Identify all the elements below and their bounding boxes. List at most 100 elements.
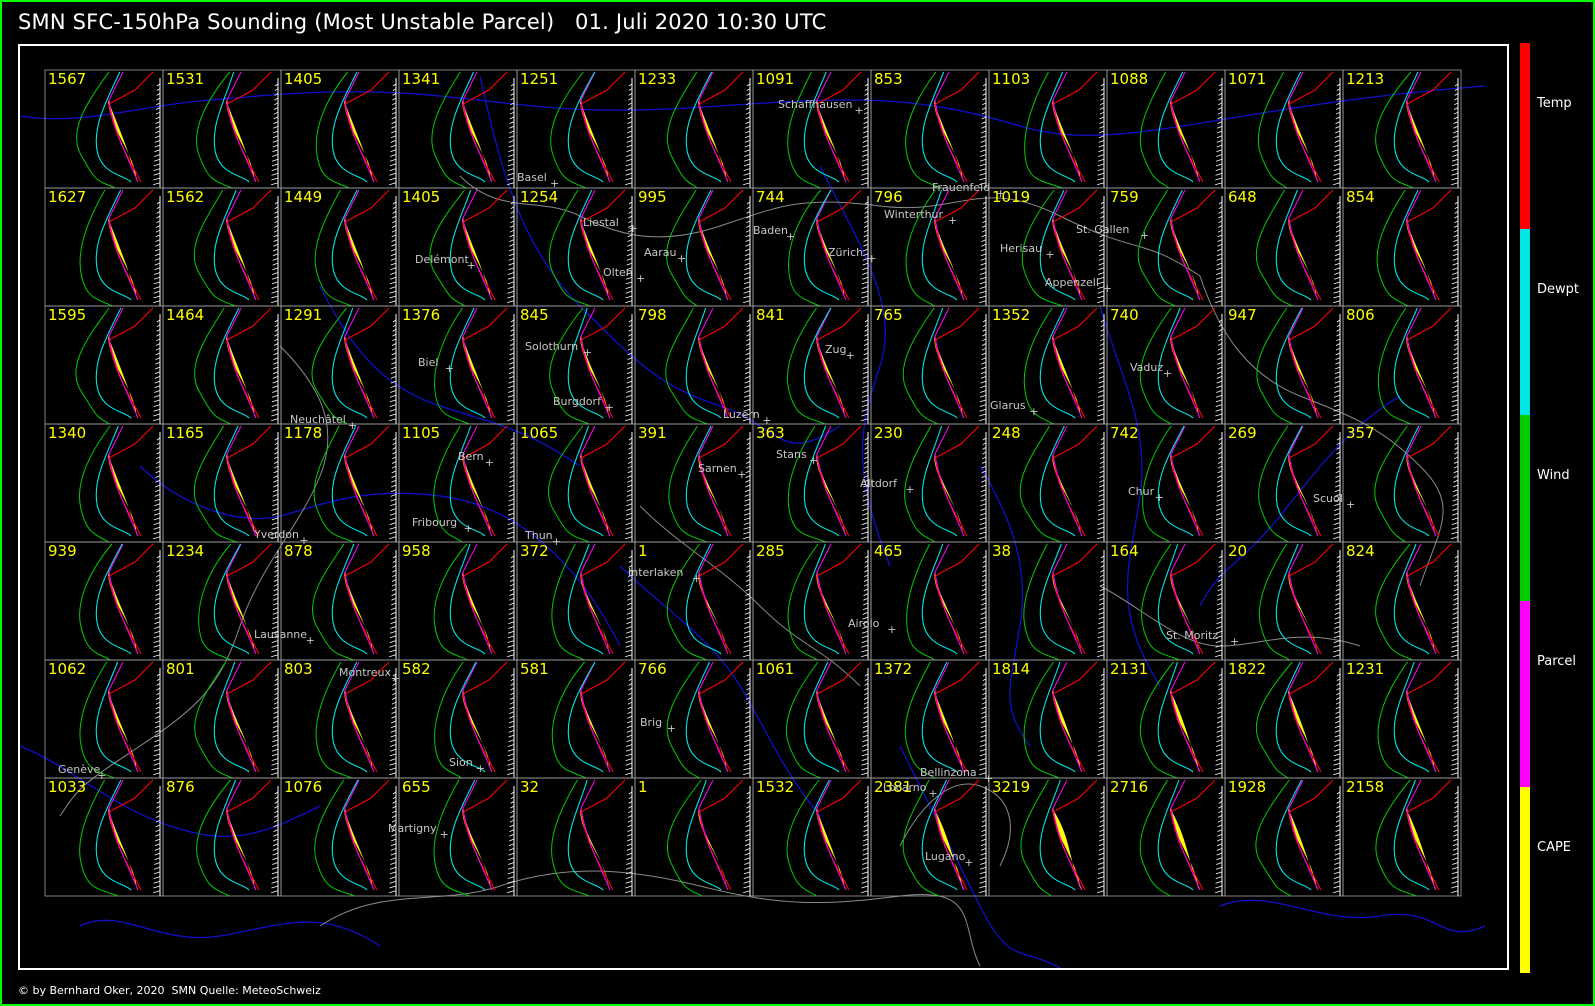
parcel-line — [462, 189, 493, 301]
city-label: Appenzell — [1045, 276, 1099, 289]
city-marker: + — [445, 362, 454, 375]
wind-line — [194, 661, 233, 779]
wind-line — [1256, 307, 1294, 425]
dewpoint-line — [567, 71, 604, 183]
city-label: Bern — [458, 450, 484, 463]
city-label: Luzern — [723, 408, 760, 421]
parcel-line — [1170, 189, 1201, 301]
wind-barbs — [1215, 83, 1223, 186]
dewpoint-line — [803, 307, 840, 419]
dewpoint-line — [685, 307, 722, 419]
wind-barbs — [1333, 201, 1341, 304]
city-label: Baden — [753, 224, 788, 237]
city-marker: + — [467, 259, 476, 272]
city-label: Glarus — [990, 399, 1026, 412]
city-marker: + — [552, 535, 561, 548]
sounding-cell: 1213 — [1342, 69, 1462, 189]
wind-barbs — [1451, 673, 1459, 776]
sounding-cell: 391 — [634, 423, 754, 543]
wind-line — [1377, 661, 1409, 779]
wind-line — [75, 307, 110, 425]
cape-value: 1822 — [1228, 660, 1266, 678]
wind-line — [786, 307, 826, 425]
cape-value: 1814 — [992, 660, 1030, 678]
wind-line — [313, 425, 355, 543]
dewpoint-line — [1157, 189, 1194, 301]
wind-barbs — [1333, 555, 1341, 658]
river-line — [79, 919, 381, 947]
dewpoint-line — [95, 543, 132, 655]
wind-line — [1255, 189, 1293, 307]
city-marker: + — [1155, 491, 1164, 504]
sounding-map: 1567 1531 1405 1341 1251 1233 1091 853 1103 1088 1… — [20, 69, 1485, 968]
dewpoint-line — [921, 71, 958, 183]
wind-barbs — [389, 791, 397, 894]
city-marker: + — [348, 419, 357, 432]
sounding-cell: 878 — [280, 541, 400, 661]
city-label: Airolo — [848, 617, 880, 630]
cape-value: 248 — [992, 424, 1021, 442]
city-marker: + — [846, 349, 855, 362]
border-line — [319, 870, 981, 967]
dewpoint-line — [921, 779, 958, 891]
sounding-cell: 372 — [516, 541, 636, 661]
sounding-cell: 1562 — [162, 187, 282, 307]
parcel-line — [1288, 661, 1319, 773]
wind-barbs — [1097, 673, 1105, 776]
parcel-line — [344, 307, 375, 419]
dewpoint-line — [1039, 661, 1076, 773]
cape-value: 995 — [638, 188, 667, 206]
wind-barbs — [1097, 791, 1105, 894]
cape-value: 845 — [520, 306, 549, 324]
parcel-line — [934, 307, 965, 419]
wind-line — [904, 661, 936, 779]
title-product: SMN SFC-150hPa Sounding (Most Unstable P… — [18, 10, 555, 34]
legend-label-temp: Temp — [1537, 96, 1572, 111]
sounding-cell: 38 — [988, 541, 1108, 661]
cape-value: 744 — [756, 188, 785, 206]
wind-line — [1255, 779, 1292, 897]
wind-barbs — [153, 791, 161, 894]
legend-swatch-temp — [1520, 43, 1530, 229]
parcel-line — [934, 661, 965, 773]
wind-line — [666, 661, 700, 779]
wind-barbs — [861, 791, 869, 894]
wind-barbs — [1451, 555, 1459, 658]
cape-value: 3219 — [992, 778, 1030, 796]
sounding-cell: 1062 — [44, 659, 164, 779]
cape-value: 1464 — [166, 306, 204, 324]
dewpoint-line — [95, 307, 132, 419]
dewpoint-line — [213, 307, 250, 419]
city-label: Brig — [640, 716, 662, 729]
cape-value: 1562 — [166, 188, 204, 206]
wind-barbs — [271, 673, 279, 776]
dewpoint-line — [1039, 425, 1076, 537]
sounding-cell: 759 — [1106, 187, 1226, 307]
wind-line — [1258, 543, 1291, 661]
parcel-line — [816, 661, 847, 773]
cape-value: 38 — [992, 542, 1011, 560]
cape-value: 1062 — [48, 660, 86, 678]
wind-barbs — [979, 673, 987, 776]
city-marker: + — [440, 828, 449, 841]
city-marker: + — [97, 769, 106, 782]
cape-value: 1341 — [402, 70, 440, 88]
cape-value: 824 — [1346, 542, 1375, 560]
cape-value: 1372 — [874, 660, 912, 678]
sounding-cell: 1076 — [280, 777, 400, 897]
parcel-line — [1406, 779, 1437, 891]
city-label: Martigny — [388, 822, 437, 835]
wind-line — [79, 425, 111, 543]
parcel-line — [344, 425, 375, 537]
dewpoint-line — [1275, 71, 1312, 183]
city-label: Zürich — [828, 246, 863, 259]
cell-border — [634, 541, 754, 661]
parcel-line — [1052, 779, 1083, 891]
sounding-cell: 2131 — [1106, 659, 1226, 779]
dewpoint-line — [1275, 779, 1312, 891]
cape-value: 1531 — [166, 70, 204, 88]
cape-value: 947 — [1228, 306, 1257, 324]
dewpoint-line — [1039, 71, 1076, 183]
cape-value: 958 — [402, 542, 431, 560]
dewpoint-line — [1393, 189, 1430, 301]
